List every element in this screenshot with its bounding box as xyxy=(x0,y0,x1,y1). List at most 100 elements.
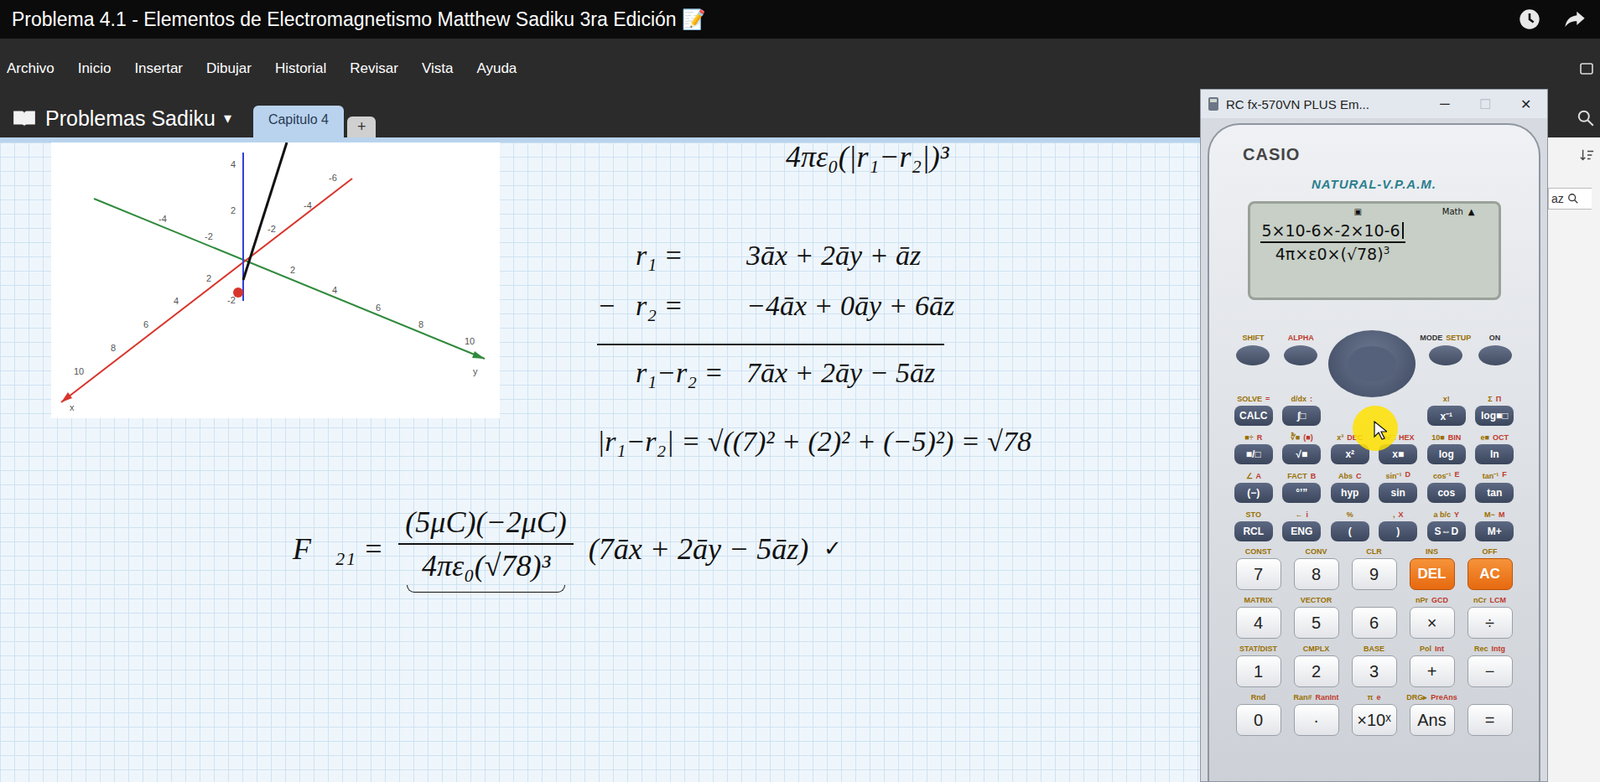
key-cell: ,X) xyxy=(1374,506,1424,546)
book-icon xyxy=(11,108,37,129)
window-control[interactable]: ☐ xyxy=(1468,96,1502,113)
calculator-key[interactable]: ( xyxy=(1330,521,1370,542)
page-search-field[interactable]: az xyxy=(1548,187,1592,210)
calculator-key[interactable]: (−) xyxy=(1234,483,1273,504)
calculator-key[interactable]: hyp xyxy=(1330,483,1370,504)
fraction-bar xyxy=(398,543,573,546)
notebook-caret: ▾ xyxy=(223,109,232,128)
share-icon[interactable] xyxy=(1563,7,1587,32)
calculator-key[interactable]: 4 xyxy=(1236,607,1282,639)
calculator-key[interactable]: ÷ xyxy=(1467,607,1513,639)
calculator-key[interactable]: ln xyxy=(1475,444,1514,465)
key-caption: nPrGCD xyxy=(1415,596,1449,606)
calculator-key[interactable]: 8 xyxy=(1293,558,1340,591)
calculator-key[interactable]: 9 xyxy=(1351,558,1398,591)
calculator-key[interactable]: log■□ xyxy=(1475,405,1514,426)
section-tab[interactable]: Capitulo 4 xyxy=(253,105,344,138)
key-caption: CONST xyxy=(1245,547,1273,557)
search-icon[interactable] xyxy=(1576,109,1595,128)
calculator-key[interactable]: = xyxy=(1467,704,1513,737)
menu-item[interactable]: Inicio xyxy=(77,60,112,78)
x-tick-label: x xyxy=(69,402,75,413)
calculator-key[interactable]: 0 xyxy=(1236,704,1282,737)
section-tab[interactable]: + xyxy=(347,116,377,138)
x-tick-label: 10 xyxy=(73,366,84,377)
calculator-key[interactable]: x⁻¹ xyxy=(1427,405,1466,426)
key-cell: CMPLX2 xyxy=(1287,642,1346,691)
key-caption: Ran#RanInt xyxy=(1293,693,1339,703)
window-control[interactable]: ✕ xyxy=(1508,96,1543,113)
calculator-key[interactable]: cos xyxy=(1427,483,1466,504)
key-cell xyxy=(1324,330,1421,398)
calculator-key[interactable]: tan xyxy=(1475,483,1514,504)
control-key[interactable] xyxy=(1478,345,1512,366)
control-key[interactable] xyxy=(1428,345,1463,366)
number-key-row: CONST7CONV8CLR9INSDELOFFAC xyxy=(1229,545,1519,594)
calculator-key[interactable]: √■ xyxy=(1282,444,1321,465)
key-caption: ∛■(■) xyxy=(1290,433,1314,443)
force-lhs: F⃗₂₁ = xyxy=(292,531,384,567)
calculator-key[interactable]: Ans xyxy=(1409,704,1455,737)
notebook-picker[interactable]: Problemas Sadiku▾ xyxy=(11,98,232,138)
calculator-key[interactable]: S⇔D xyxy=(1427,521,1466,542)
calculator-key[interactable]: DEL xyxy=(1409,558,1455,591)
calculator-key[interactable]: ENG xyxy=(1282,521,1321,542)
equation-rhs: 3āx + 2āy + āz xyxy=(739,239,921,272)
check-mark: ✓ xyxy=(823,535,842,562)
calculator-key[interactable]: − xyxy=(1467,655,1513,688)
control-key[interactable] xyxy=(1283,345,1318,366)
calculator-title-bar[interactable]: RC fx-570VN PLUS Em... ─ ☐ ✕ xyxy=(1200,89,1548,119)
key-caption: ∠A xyxy=(1246,472,1263,482)
calculator-key[interactable]: + xyxy=(1409,655,1455,688)
calculator-key[interactable]: 2 xyxy=(1293,655,1340,688)
key-caption: ,X xyxy=(1392,510,1404,520)
calculator-key[interactable]: °’” xyxy=(1282,483,1321,504)
force-vector: (7āx + 2āy − 5āz) xyxy=(588,531,810,567)
watch-later-icon[interactable] xyxy=(1517,7,1542,32)
replay-pad[interactable] xyxy=(1328,330,1416,398)
menu-item[interactable]: Revisar xyxy=(349,60,399,78)
underbrace xyxy=(406,585,565,593)
calculator-key[interactable]: × xyxy=(1409,607,1455,639)
calculator-key[interactable]: ×10ˣ xyxy=(1351,704,1398,737)
calculator-key[interactable]: AC xyxy=(1467,558,1513,591)
window-control[interactable]: ─ xyxy=(1428,96,1462,112)
menu-item[interactable]: Ayuda xyxy=(476,60,517,78)
x-axis xyxy=(61,178,353,403)
x-tick-label: 8 xyxy=(110,342,116,354)
calculator-key[interactable]: ) xyxy=(1378,521,1418,542)
calculator-key[interactable]: 1 xyxy=(1236,655,1282,688)
calculator-key[interactable]: 5 xyxy=(1293,607,1340,639)
calculator-key[interactable]: ■/□ xyxy=(1234,444,1273,465)
calculator-key[interactable]: M+ xyxy=(1475,521,1514,542)
calculator-key[interactable]: log xyxy=(1427,444,1466,465)
y-tick-label: 4 xyxy=(332,285,338,296)
key-cell: cos⁻¹Ecos xyxy=(1422,467,1471,507)
key-cell: CONV8 xyxy=(1287,545,1346,594)
calculator-key[interactable]: · xyxy=(1293,704,1340,737)
menu-item[interactable]: Insertar xyxy=(134,60,183,78)
menu-item[interactable]: Dibujar xyxy=(206,60,252,78)
calculator-key[interactable]: CALC xyxy=(1234,405,1273,426)
sort-icon[interactable] xyxy=(1579,147,1595,163)
calculator-key[interactable]: RCL xyxy=(1234,521,1273,542)
key-caption: INS xyxy=(1425,547,1439,557)
key-caption: VECTOR xyxy=(1300,596,1332,606)
calculator-key[interactable]: sin xyxy=(1378,483,1418,504)
menu-item[interactable]: Archivo xyxy=(6,60,55,78)
calculator-key[interactable]: 6 xyxy=(1351,607,1398,639)
window-mode-icon[interactable] xyxy=(1578,60,1595,78)
key-caption: % xyxy=(1346,510,1354,520)
fraction-denominator: 4πε₀(√78)³ xyxy=(415,545,557,584)
x-tick-label: -4 xyxy=(303,200,312,211)
menu-item[interactable]: Historial xyxy=(275,60,327,78)
calculator-key[interactable]: 3 xyxy=(1351,655,1398,688)
menu-item[interactable]: Vista xyxy=(421,60,454,78)
video-title-bar: Problema 4.1 - Elementos de Electromagne… xyxy=(0,0,1600,39)
control-key[interactable] xyxy=(1236,345,1270,366)
calculator-key[interactable]: 7 xyxy=(1236,558,1282,591)
calculator-key[interactable]: ∫□ xyxy=(1282,405,1321,426)
calculator-title: RC fx-570VN PLUS Em... xyxy=(1225,97,1422,112)
screen: Problema 4.1 - Elementos de Electromagne… xyxy=(0,0,1600,782)
search-icon[interactable] xyxy=(1567,192,1580,205)
